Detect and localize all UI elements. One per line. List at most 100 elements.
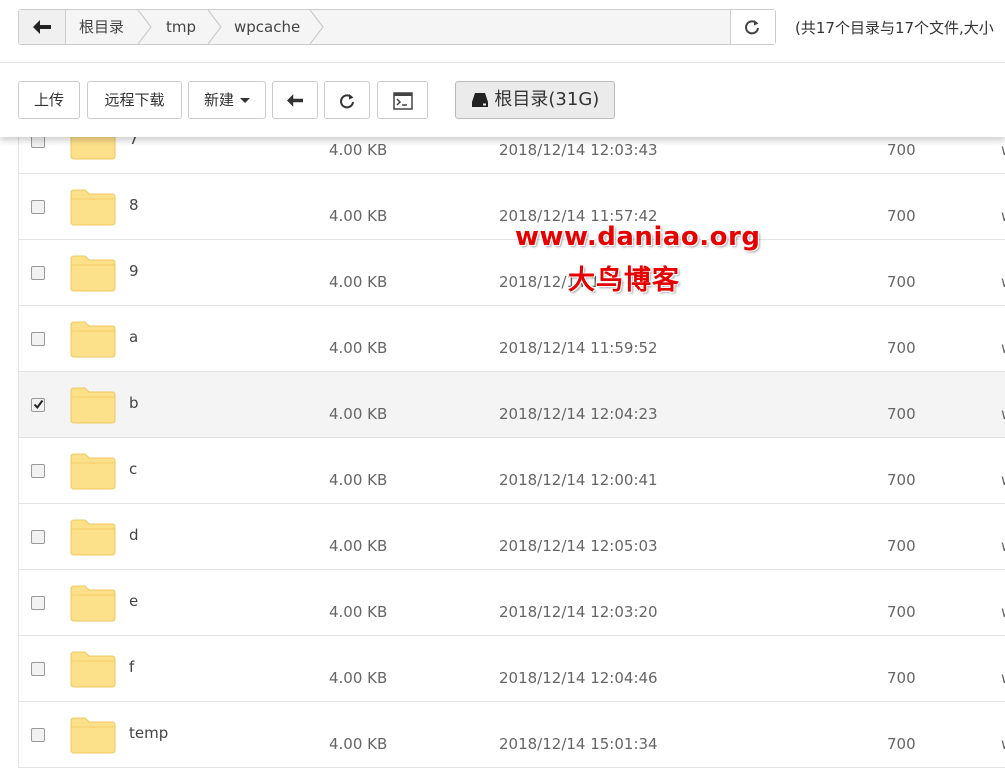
folder-icon [70,651,116,688]
file-permission[interactable]: 700 [887,273,916,291]
row-checkbox[interactable] [31,728,45,742]
file-row[interactable]: c 4.00 KB 2018/12/14 12:00:41 700 w [18,438,1005,504]
file-name[interactable]: f [129,658,134,676]
breadcrumb-separator [137,10,152,44]
file-permission[interactable]: 700 [887,405,916,423]
file-owner[interactable]: w [1001,603,1005,621]
file-row[interactable]: b 4.00 KB 2018/12/14 12:04:23 700 w [18,372,1005,438]
folder-icon [70,453,116,490]
row-checkbox[interactable] [31,530,45,544]
file-row[interactable]: 8 4.00 KB 2018/12/14 11:57:42 700 w [18,174,1005,240]
file-permission[interactable]: 700 [887,339,916,357]
upload-button[interactable]: 上传 [18,81,80,119]
file-row[interactable]: temp 4.00 KB 2018/12/14 15:01:34 700 w [18,702,1005,768]
file-name[interactable]: d [129,526,139,544]
file-size: 4.00 KB [329,603,388,621]
new-label: 新建 [203,91,234,109]
file-size: 4.00 KB [329,141,388,159]
row-checkbox[interactable] [31,332,45,346]
file-permission[interactable]: 700 [887,471,916,489]
row-checkbox[interactable] [31,398,45,412]
row-checkbox[interactable] [31,266,45,280]
file-modified: 2018/12/14 12:04:23 [499,405,658,423]
hdd-icon [471,93,488,107]
file-name[interactable]: 9 [129,262,139,280]
file-size: 4.00 KB [329,339,388,357]
file-owner[interactable]: w [1001,471,1005,489]
caret-down-icon [240,98,250,103]
file-size: 4.00 KB [329,471,388,489]
file-permission[interactable]: 700 [887,669,916,687]
file-modified: 2018/12/14 11:59:52 [499,339,658,357]
file-size: 4.00 KB [329,207,388,225]
remote-download-button[interactable]: 远程下载 [87,81,182,119]
file-owner[interactable]: w [1001,273,1005,291]
file-size: 4.00 KB [329,273,388,291]
file-row[interactable]: a 4.00 KB 2018/12/14 11:59:52 700 w [18,306,1005,372]
file-row[interactable]: f 4.00 KB 2018/12/14 12:04:46 700 w [18,636,1005,702]
new-dropdown-button[interactable]: 新建 [188,81,266,119]
file-modified: 2018/12/14 12:05:03 [499,537,658,555]
file-name[interactable]: a [129,328,138,346]
watermark-url: www.daniao.org [515,222,761,252]
breadcrumb-item-tmp[interactable]: tmp [166,10,196,44]
breadcrumb-item-wpcache[interactable]: wpcache [234,10,300,44]
file-modified: 2018/12/14 12:03:43 [499,141,658,159]
file-permission[interactable]: 700 [887,141,916,159]
row-checkbox[interactable] [31,464,45,478]
folder-icon [70,519,116,556]
row-checkbox[interactable] [31,200,45,214]
file-name[interactable]: b [129,394,139,412]
file-permission[interactable]: 700 [887,207,916,225]
arrow-left-icon [287,94,303,107]
file-list: 7 4.00 KB 2018/12/14 12:03:43 700 w 8 4.… [18,108,1005,768]
back-button[interactable] [19,10,66,44]
check-icon [33,399,44,410]
file-size: 4.00 KB [329,537,388,555]
folder-icon [70,387,116,424]
folder-icon [70,189,116,226]
refresh-icon [745,20,759,35]
file-owner[interactable]: w [1001,141,1005,159]
file-name[interactable]: c [129,460,137,478]
folder-icon [70,717,116,754]
row-checkbox[interactable] [31,662,45,676]
file-modified: 2018/12/14 12:03:20 [499,603,658,621]
file-size: 4.00 KB [329,405,388,423]
file-name[interactable]: e [129,592,138,610]
file-row[interactable]: d 4.00 KB 2018/12/14 12:05:03 700 w [18,504,1005,570]
breadcrumb-separator [309,10,324,44]
breadcrumb-separator [207,10,222,44]
path-bar: 根目录 tmp wpcache (共17个目录与17个文件,大小 [0,0,1005,62]
file-modified: 2018/12/14 15:01:34 [499,735,658,753]
file-permission[interactable]: 700 [887,603,916,621]
file-modified: 2018/12/14 12:04:46 [499,669,658,687]
row-checkbox[interactable] [31,596,45,610]
back-up-button[interactable] [272,81,318,119]
file-owner[interactable]: w [1001,537,1005,555]
file-owner[interactable]: w [1001,669,1005,687]
path-refresh-button[interactable] [730,10,775,44]
watermark-name: 大鸟博客 [568,265,680,296]
directory-summary: (共17个目录与17个文件,大小 [795,19,994,37]
file-row[interactable]: e 4.00 KB 2018/12/14 12:03:20 700 w [18,570,1005,636]
refresh-button[interactable] [324,81,370,119]
terminal-button[interactable] [377,81,428,119]
toolbar: 上传 远程下载 新建 根目录(31G) [0,62,1005,137]
file-owner[interactable]: w [1001,405,1005,423]
file-owner[interactable]: w [1001,339,1005,357]
file-row[interactable]: 9 4.00 KB 2018/12/14 1 700 w [18,240,1005,306]
file-name[interactable]: temp [129,724,168,742]
file-modified: 2018/12/14 12:00:41 [499,471,658,489]
file-owner[interactable]: w [1001,735,1005,753]
arrow-left-icon [33,20,51,34]
disk-root-button[interactable]: 根目录(31G) [455,81,615,119]
file-owner[interactable]: w [1001,207,1005,225]
refresh-icon [340,93,354,108]
breadcrumb-item-root[interactable]: 根目录 [79,10,124,44]
file-permission[interactable]: 700 [887,537,916,555]
folder-icon [70,321,116,358]
file-name[interactable]: 8 [129,196,139,214]
disk-label: 根目录(31G) [494,89,600,110]
file-permission[interactable]: 700 [887,735,916,753]
